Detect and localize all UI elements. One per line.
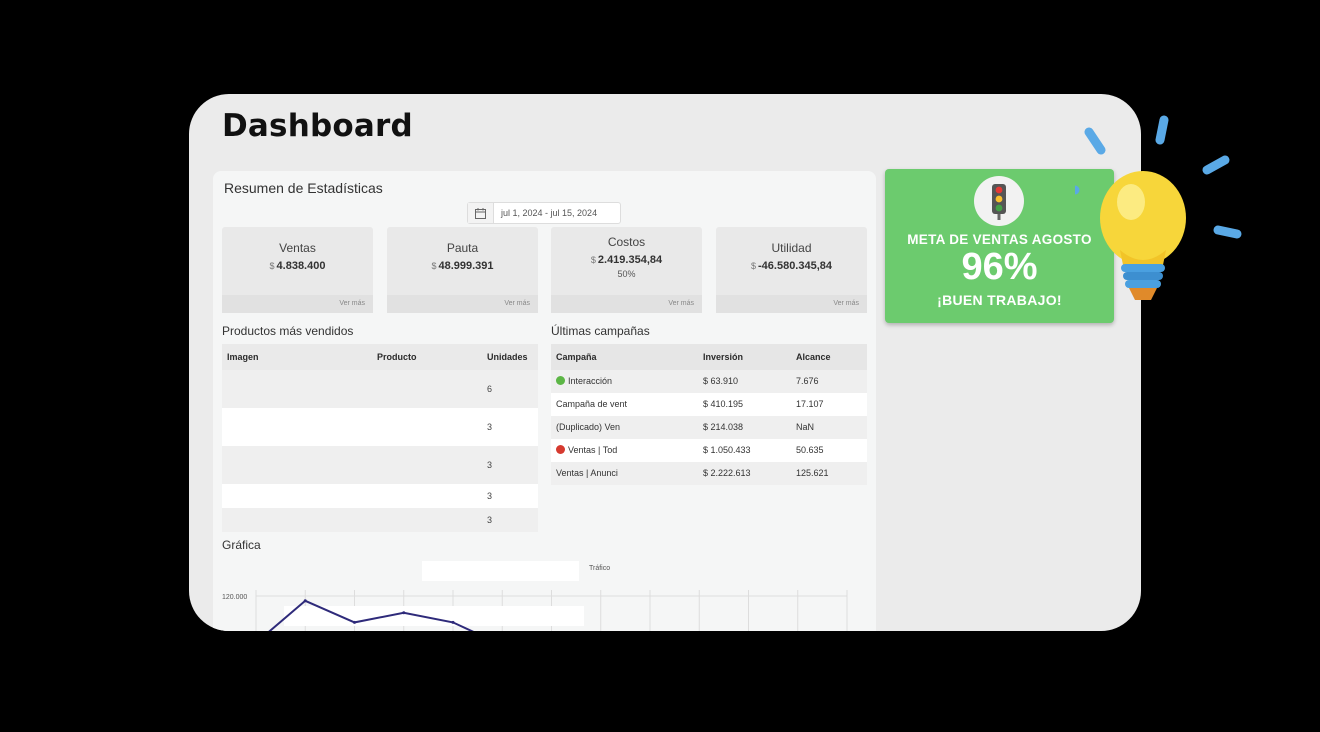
- table-row[interactable]: Ventas | Anunci $ 2.222.613 125.621: [551, 462, 867, 485]
- column-header[interactable]: Alcance: [796, 344, 831, 370]
- see-more-link[interactable]: Ver más: [716, 295, 867, 313]
- card-utilidad: Utilidad $ -46.580.345,84 Ver más: [716, 227, 867, 313]
- table-row[interactable]: Interacción $ 63.910 7.676: [551, 370, 867, 393]
- traffic-light-icon: [974, 176, 1024, 226]
- campaign-name: Campaña de vent: [556, 399, 628, 409]
- products-table: Imagen Producto Unidades 6 3 3 3 3: [222, 344, 538, 532]
- table-row[interactable]: 6: [222, 370, 538, 408]
- stats-panel: Resumen de Estadísticas jul 1, 2024 - ju…: [213, 171, 876, 631]
- card-label: Pauta: [446, 241, 479, 255]
- chart-section-title: Gráfica: [222, 538, 261, 552]
- data-point: [353, 620, 356, 624]
- investment-value: $ 1.050.433: [703, 445, 751, 455]
- see-more-link[interactable]: Ver más: [222, 295, 373, 313]
- units-value: 3: [487, 515, 493, 525]
- card-value: $ -46.580.345,84: [750, 260, 833, 272]
- card-pauta: Pauta $48.999.391 Ver más: [387, 227, 538, 313]
- column-header[interactable]: Campaña: [556, 344, 597, 370]
- card-label: Costos: [607, 235, 646, 249]
- card-label: Ventas: [279, 241, 316, 255]
- column-header[interactable]: Producto: [377, 344, 417, 370]
- chart-title: Tráfico: [589, 565, 610, 572]
- campaign-name: Ventas | Anunci: [556, 468, 618, 478]
- reach-value: NaN: [796, 422, 815, 432]
- status-dot-icon: [556, 376, 565, 385]
- campaign-name: Interacción: [556, 370, 612, 393]
- column-header[interactable]: Inversión: [703, 344, 743, 370]
- table-row[interactable]: 3: [222, 508, 538, 532]
- table-header: Campaña Inversión Alcance: [551, 344, 867, 370]
- light-bulb-icon: [1075, 115, 1242, 300]
- reach-value: 7.676: [796, 376, 819, 386]
- table-row[interactable]: Campaña de vent $ 410.195 17.107: [551, 393, 867, 416]
- card-costos: Costos $2.419.354,84 50% Ver más: [551, 227, 702, 313]
- column-header[interactable]: Unidades: [487, 344, 528, 370]
- table-row[interactable]: 3: [222, 446, 538, 484]
- card-value: $4.838.400: [269, 260, 326, 272]
- units-value: 3: [487, 460, 493, 470]
- table-row[interactable]: Ventas | Tod $ 1.050.433 50.635: [551, 439, 867, 462]
- traffic-chart: Tráfico120.000100.000: [222, 561, 848, 631]
- campaign-name: Ventas | Tod: [556, 439, 617, 462]
- see-more-link[interactable]: Ver más: [387, 295, 538, 313]
- stats-panel-title: Resumen de Estadísticas: [224, 180, 383, 196]
- page-title: Dashboard: [222, 108, 413, 144]
- date-range-picker[interactable]: jul 1, 2024 - jul 15, 2024: [467, 202, 621, 224]
- products-title: Productos más vendidos: [222, 324, 354, 338]
- table-header: Imagen Producto Unidades: [222, 344, 538, 370]
- investment-value: $ 410.195: [703, 399, 744, 409]
- status-dot-icon: [556, 445, 565, 454]
- date-range-value[interactable]: jul 1, 2024 - jul 15, 2024: [494, 203, 597, 223]
- units-value: 3: [487, 422, 493, 432]
- data-point: [402, 611, 406, 615]
- campaigns-title: Últimas campañas: [551, 324, 650, 338]
- data-point: [451, 620, 455, 624]
- card-ventas: Ventas $4.838.400 Ver más: [222, 227, 373, 313]
- table-row[interactable]: 3: [222, 484, 538, 508]
- table-row[interactable]: 3: [222, 408, 538, 446]
- reach-value: 125.621: [796, 468, 829, 478]
- reach-value: 17.107: [796, 399, 824, 409]
- reach-value: 50.635: [796, 445, 824, 455]
- chart-overlay: [284, 606, 584, 626]
- calendar-icon[interactable]: [468, 203, 494, 223]
- campaigns-table: Campaña Inversión Alcance Interacción $ …: [551, 344, 867, 485]
- see-more-link[interactable]: Ver más: [551, 295, 702, 313]
- card-percentage: 50%: [617, 269, 636, 279]
- campaign-name: (Duplicado) Ven: [556, 422, 621, 432]
- investment-value: $ 63.910: [703, 376, 739, 386]
- units-value: 6: [487, 384, 493, 394]
- card-label: Utilidad: [771, 241, 812, 255]
- chart-overlay: [422, 561, 579, 581]
- investment-value: $ 214.038: [703, 422, 744, 432]
- units-value: 3: [487, 491, 493, 501]
- table-row[interactable]: (Duplicado) Ven $ 214.038 NaN: [551, 416, 867, 439]
- card-value: $2.419.354,84: [590, 254, 663, 266]
- column-header[interactable]: Imagen: [227, 344, 259, 370]
- y-tick-label: 120.000: [222, 594, 247, 601]
- data-point: [303, 599, 307, 603]
- investment-value: $ 2.222.613: [703, 468, 751, 478]
- card-value: $48.999.391: [431, 260, 494, 272]
